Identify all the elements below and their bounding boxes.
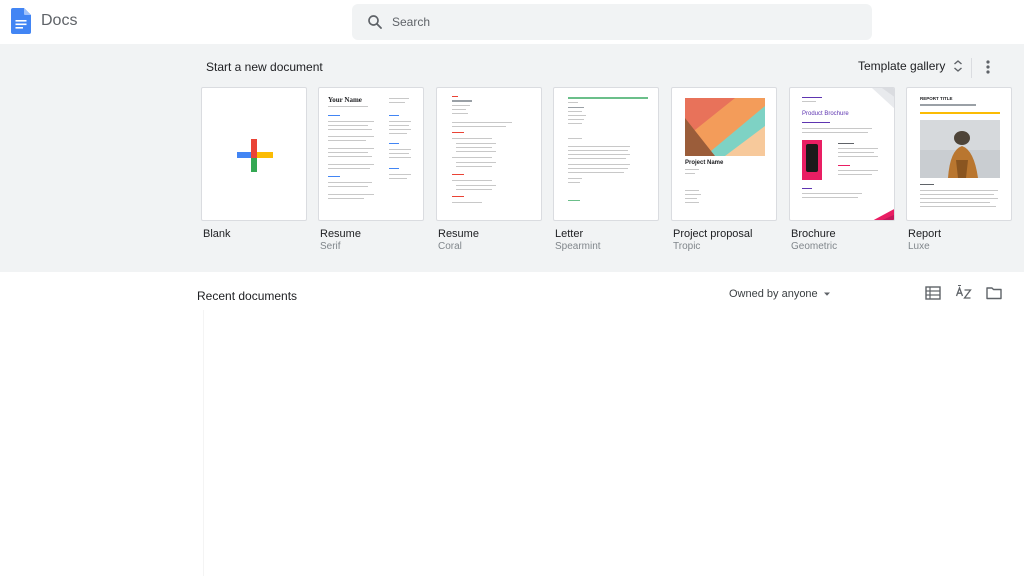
template-report-luxe[interactable]: REPORT TITLE Report Luxe	[906, 87, 1012, 252]
template-gallery-label: Template gallery	[858, 59, 946, 73]
plus-icon	[237, 139, 273, 172]
template-variant: Luxe	[908, 241, 930, 252]
owner-filter-label: Owned by anyone	[729, 288, 818, 300]
template-variant: Serif	[320, 241, 341, 252]
top-bar: Docs	[0, 0, 1024, 44]
template-name: Blank	[203, 228, 231, 240]
unfold-icon	[954, 60, 963, 72]
template-letter-spearmint[interactable]: Letter Spearmint	[553, 87, 659, 252]
search-bar[interactable]	[352, 4, 872, 40]
template-name: Report	[908, 228, 942, 240]
template-thumbnail[interactable]: Project Name	[671, 87, 777, 221]
recent-documents-title: Recent documents	[197, 289, 298, 303]
search-input[interactable]	[392, 12, 852, 32]
template-name: Resume	[438, 228, 479, 240]
phone-screen	[806, 144, 818, 172]
docs-logo-icon[interactable]	[11, 8, 31, 34]
sort-az-icon[interactable]	[955, 284, 973, 302]
divider	[971, 58, 972, 78]
divider	[203, 310, 204, 576]
dropdown-arrow-icon	[823, 292, 830, 296]
thumb-title: Product Brochure	[802, 111, 849, 117]
template-thumbnail[interactable]	[436, 87, 542, 221]
list-view-icon[interactable]	[924, 284, 942, 302]
template-thumbnail[interactable]	[553, 87, 659, 221]
template-thumbnail[interactable]	[201, 87, 307, 221]
template-name: Letter	[555, 228, 584, 240]
template-variant: Geometric	[791, 241, 838, 252]
template-thumbnail[interactable]: Your Name	[318, 87, 424, 221]
template-thumbnail[interactable]: REPORT TITLE	[906, 87, 1012, 221]
accent-rule	[920, 112, 1000, 114]
template-variant: Spearmint	[555, 241, 601, 252]
app-title[interactable]: Docs	[41, 12, 77, 30]
template-variant: Tropic	[673, 241, 701, 252]
template-blank[interactable]: Blank	[201, 87, 307, 241]
template-brochure-geometric[interactable]: Product Brochure Brochure Geometric	[789, 87, 895, 252]
template-thumbnail[interactable]: Product Brochure	[789, 87, 895, 221]
template-variant: Coral	[438, 241, 462, 252]
template-project-proposal-tropic[interactable]: Project Name Project proposal Tropic	[671, 87, 777, 252]
template-gallery-button[interactable]: Template gallery	[852, 54, 971, 78]
template-resume-serif[interactable]: Your Name Resume Serif	[318, 87, 424, 252]
cover-art	[685, 98, 765, 156]
folder-icon[interactable]	[985, 284, 1003, 302]
accent-rule	[568, 97, 648, 99]
search-icon[interactable]	[366, 13, 384, 31]
more-vert-icon[interactable]	[979, 56, 997, 78]
cover-photo	[920, 120, 1000, 178]
section-title: Start a new document	[206, 60, 323, 74]
thumb-title: Your Name	[328, 96, 362, 104]
template-resume-coral[interactable]: Resume Coral	[436, 87, 542, 252]
thumb-title: REPORT TITLE	[920, 96, 953, 101]
template-section: Start a new document Template gallery Bl…	[0, 44, 1024, 272]
template-name: Project proposal	[673, 228, 753, 240]
owner-filter-dropdown[interactable]: Owned by anyone	[729, 285, 832, 303]
thumb-title: Project Name	[685, 160, 724, 166]
template-name: Resume	[320, 228, 361, 240]
template-name: Brochure	[791, 228, 836, 240]
